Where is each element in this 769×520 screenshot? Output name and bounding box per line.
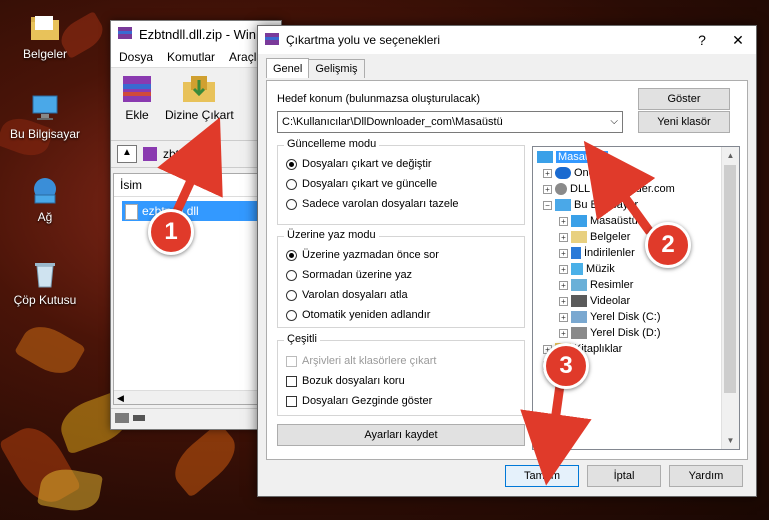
callout-badge-3: 3 bbox=[543, 343, 589, 389]
callout-badge-2: 2 bbox=[645, 222, 691, 268]
arrow-3 bbox=[520, 384, 592, 486]
callout-badge-1: 1 bbox=[148, 209, 194, 255]
arrow-2 bbox=[583, 140, 656, 235]
tab-general[interactable]: Genel bbox=[266, 58, 310, 78]
